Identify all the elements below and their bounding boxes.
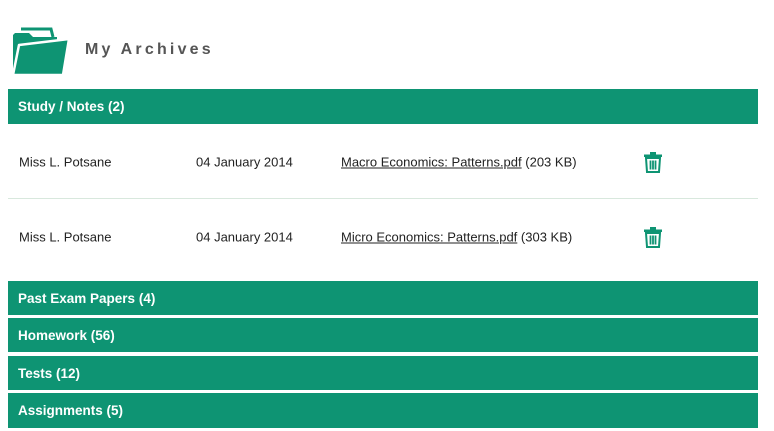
archive-row: Miss L. Potsane 04 January 2014 Micro Ec…: [8, 199, 758, 274]
upload-date: 04 January 2014: [196, 154, 293, 169]
file-entry: Micro Economics: Patterns.pdf (303 KB): [341, 229, 572, 244]
upload-date: 04 January 2014: [196, 229, 293, 244]
section-study-notes[interactable]: Study / Notes (2): [8, 89, 758, 124]
folder-icon: [11, 27, 71, 77]
file-size: (303 KB): [520, 229, 573, 244]
file-link[interactable]: Micro Economics: Patterns.pdf: [341, 229, 517, 244]
section-past-exam-papers[interactable]: Past Exam Papers (4): [8, 281, 758, 315]
page-title: My Archives: [85, 41, 214, 58]
section-homework[interactable]: Homework (56): [8, 318, 758, 352]
archive-row: Miss L. Potsane 04 January 2014 Macro Ec…: [8, 124, 758, 199]
file-size: (203 KB): [525, 154, 577, 169]
trash-icon[interactable]: [643, 226, 663, 248]
teacher-name: Miss L. Potsane: [19, 229, 112, 244]
file-link[interactable]: Macro Economics: Patterns.pdf: [341, 154, 522, 169]
section-assignments[interactable]: Assignments (5): [8, 393, 758, 428]
section-tests[interactable]: Tests (12): [8, 356, 758, 390]
teacher-name: Miss L. Potsane: [19, 154, 112, 169]
file-entry: Macro Economics: Patterns.pdf (203 KB): [341, 154, 577, 169]
trash-icon[interactable]: [643, 151, 663, 173]
page-header: My Archives: [0, 0, 774, 89]
